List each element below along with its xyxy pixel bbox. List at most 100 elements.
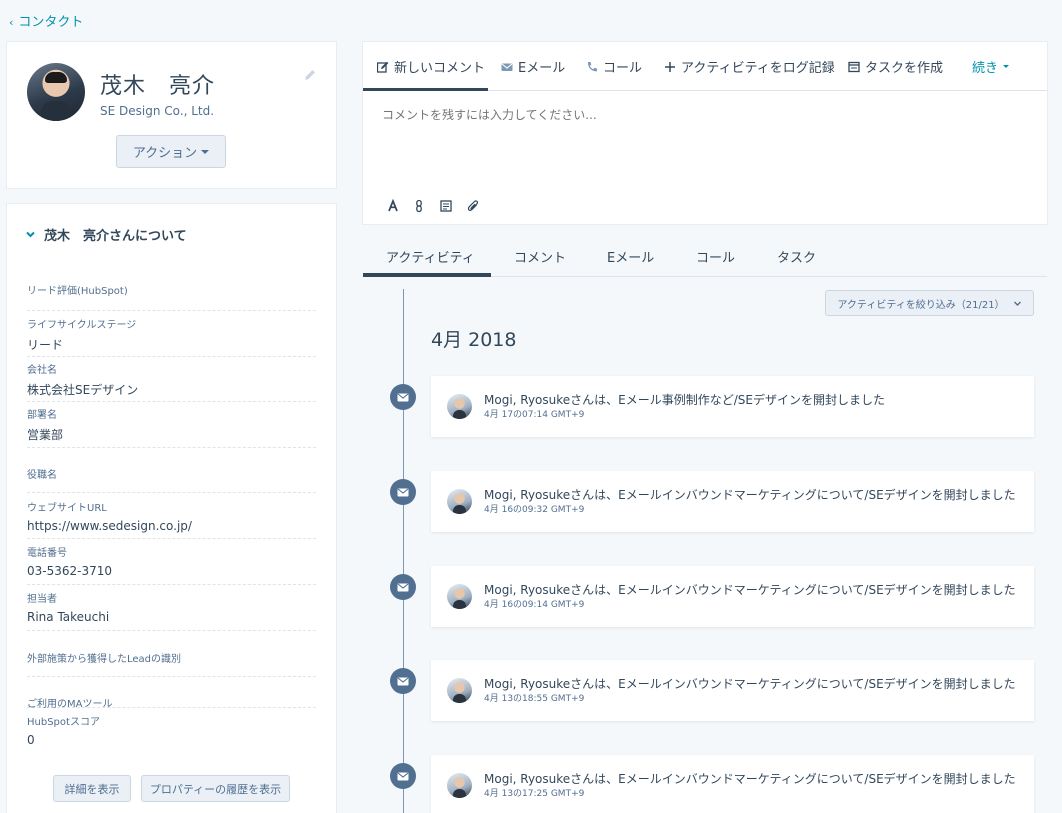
tab-emails[interactable]: Eメール [607,247,654,266]
property-job-title[interactable]: 役職名 [27,466,316,493]
view-details-button[interactable]: 詳細を表示 [53,775,131,802]
filter-activity-button[interactable]: アクティビティを絞り込み（21/21） [825,290,1034,316]
tab-comments[interactable]: コメント [514,247,566,266]
active-tab-indicator [363,88,488,91]
composer-tabs: 新しいコメント Eメール コール アクティビティをログ記録 タスクを作成 続き [363,42,1047,91]
avatar [447,773,472,798]
property-lifecycle-stage[interactable]: ライフサイクルステージ リード [27,316,316,357]
timeline-event[interactable]: Mogi, Ryosukeさんは、Eメールインバウンドマーケティングについて/S… [431,660,1034,721]
tab-label: アクティビティをログ記録 [681,61,835,76]
phone-icon [587,61,597,71]
property-value: リード [27,338,64,352]
caret-down-icon [1003,65,1010,68]
tab-more[interactable]: 続き [972,57,1010,76]
tab-log-activity[interactable]: アクティビティをログ記録 [664,57,835,76]
tab-activity[interactable]: アクティビティ [386,247,475,266]
timeline-event[interactable]: Mogi, Ryosukeさんは、Eメールインバウンドマーケティングについて/S… [431,755,1034,813]
profile-card: 茂木 亮介 SE Design Co., Ltd. アクション [7,42,336,188]
event-timestamp: 4月 16の09:32 GMT+9 [484,505,585,515]
tab-new-comment[interactable]: 新しいコメント [377,57,485,76]
avatar [27,63,85,121]
avatar [447,678,472,703]
envelope-icon [390,574,416,600]
property-phone-number[interactable]: 電話番号 03-5362-3710 [27,544,316,585]
tab-label: コール [603,61,643,76]
pencil-icon[interactable] [303,68,317,82]
property-label: 外部施策から獲得したLeadの識別 [27,654,182,665]
property-label: ウェブサイトURL [27,503,107,514]
month-heading: 4月 2018 [431,329,517,351]
active-tab-indicator [363,273,491,277]
property-label: リード評価(HubSpot) [27,286,128,297]
tab-create-task[interactable]: タスクを作成 [848,57,943,76]
timeline-event[interactable]: Mogi, Ryosukeさんは、Eメール事例制作など/SEデザインを開封しまし… [431,376,1034,437]
envelope-icon [390,479,416,505]
about-section-toggle[interactable]: 茂木 亮介さんについて [25,225,187,244]
property-value: 営業部 [27,428,64,442]
property-label: 会社名 [27,365,57,376]
avatar [447,584,472,609]
property-department[interactable]: 部署名 営業部 [27,406,316,448]
property-history-button[interactable]: プロパティーの履歴を表示 [141,775,290,802]
timeline-event[interactable]: Mogi, Ryosukeさんは、Eメールインバウンドマーケティングについて/S… [431,471,1034,532]
back-link-label: コンタクト [18,15,84,30]
tab-calls[interactable]: コール [696,247,735,266]
chevron-down-icon [1013,301,1021,306]
avatar [447,394,472,419]
envelope-icon [390,763,416,789]
property-hubspot-score[interactable]: HubSpotスコア 0 [27,713,316,749]
chevron-down-icon [26,231,35,238]
envelope-icon [390,668,416,694]
envelope-icon [390,384,416,410]
property-label: ご利用のMAツール [27,699,113,710]
property-label: 役職名 [27,470,57,481]
event-description: Mogi, Ryosukeさんは、Eメールインバウンドマーケティングについて/S… [484,772,1016,786]
event-timestamp: 4月 13の17:25 GMT+9 [484,789,585,799]
task-icon [848,61,860,72]
edit-icon [377,61,389,73]
property-value: 株式会社SEデザイン [27,383,139,397]
chevron-left-icon: ‹ [9,16,14,29]
tab-email[interactable]: Eメール [501,57,565,76]
about-card: 茂木 亮介さんについて リード評価(HubSpot) ライフサイクルステージ リ… [7,204,336,813]
comment-input[interactable] [382,108,1022,122]
tab-call[interactable]: コール [586,57,642,76]
property-label: 電話番号 [27,548,67,559]
tab-label: 新しいコメント [394,61,486,76]
event-description: Mogi, Ryosukeさんは、Eメール事例制作など/SEデザインを開封しまし… [484,393,885,407]
event-timestamp: 4月 17の07:14 GMT+9 [484,410,585,420]
property-owner[interactable]: 担当者 Rina Takeuchi [27,590,316,631]
plus-icon [665,61,675,72]
property-label: 担当者 [27,594,57,605]
actions-button[interactable]: アクション [116,135,226,168]
property-label: 部署名 [27,410,57,421]
tab-label: タスクを作成 [865,61,944,76]
attachment-icon[interactable] [466,199,480,213]
timeline-event[interactable]: Mogi, Ryosukeさんは、Eメールインバウンドマーケティングについて/S… [431,566,1034,627]
property-lead-source[interactable]: 外部施策から獲得したLeadの識別 [27,650,316,677]
property-value: https://www.sedesign.co.jp/ [27,519,192,533]
envelope-icon [501,63,513,71]
property-lead-score[interactable]: リード評価(HubSpot) [27,282,316,311]
event-description: Mogi, Ryosukeさんは、Eメールインバウンドマーケティングについて/S… [484,677,1016,691]
tab-label: Eメール [518,61,566,76]
avatar [447,489,472,514]
back-to-contacts-link[interactable]: ‹ コンタクト [9,11,83,30]
event-description: Mogi, Ryosukeさんは、Eメールインバウンドマーケティングについて/S… [484,488,1016,502]
property-company-name[interactable]: 会社名 株式会社SEデザイン [27,361,316,402]
actions-button-label: アクション [132,146,198,161]
link-icon[interactable] [412,199,426,213]
property-value: 03-5362-3710 [27,564,113,578]
property-value: 0 [27,733,35,747]
property-website-url[interactable]: ウェブサイトURL https://www.sedesign.co.jp/ [27,499,316,539]
tab-tasks[interactable]: タスク [777,247,816,266]
caret-down-icon [201,149,210,154]
snippet-icon[interactable] [439,199,453,213]
property-ma-tool[interactable]: ご利用のMAツール [27,695,316,710]
event-timestamp: 4月 16の09:14 GMT+9 [484,600,585,610]
company-name: SE Design Co., Ltd. [100,104,215,118]
property-label: ライフサイクルステージ [27,320,137,331]
tab-label: 続き [972,61,999,76]
timeline-tabs: アクティビティ コメント Eメール コール タスク [363,240,1047,277]
text-format-icon[interactable] [386,199,400,213]
